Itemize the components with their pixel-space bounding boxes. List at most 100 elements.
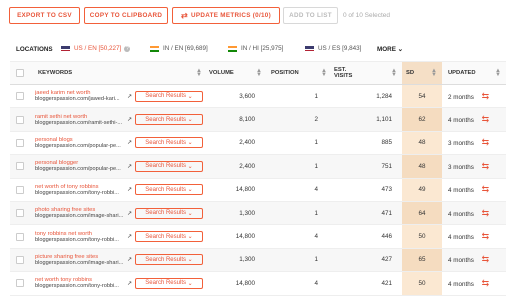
chevron-down-icon: ⌄ [185, 117, 193, 124]
table-row: tony robbins net worth bloggerspassion.c… [10, 224, 506, 249]
visits-header[interactable]: EST. VISITS ▲ ▼ [332, 61, 402, 85]
table-row: net worth of tony robbins bloggerspassio… [10, 178, 506, 202]
copy-clipboard-label: COPY TO CLIPBOARD [89, 12, 163, 19]
sort-icon: ▲ ▼ [391, 68, 397, 78]
refresh-icon[interactable]: ⇆ [482, 91, 490, 101]
external-link-icon[interactable]: ↗ [127, 186, 133, 193]
location-us-es[interactable]: US / ES [9,843] [305, 45, 361, 52]
location-us-en[interactable]: US / EN [50,227] ? [61, 45, 131, 52]
position-cell: 1 [267, 84, 332, 109]
external-link-icon[interactable]: ↗ [127, 210, 133, 217]
info-icon: ? [124, 45, 131, 52]
update-metrics-button[interactable]: ⇄ UPDATE METRICS (0/10) [172, 7, 280, 24]
refresh-icon[interactable]: ⇆ [482, 114, 490, 124]
external-link-icon[interactable]: ↗ [127, 233, 133, 240]
header-label: VOLUME [209, 70, 234, 76]
india-flag-icon [150, 45, 159, 52]
chevron-down-icon: ⌄ [185, 163, 193, 170]
position-header[interactable]: POSITION ▲ ▼ [267, 61, 332, 85]
refresh-icon[interactable]: ⇆ [482, 278, 490, 288]
more-locations-dropdown[interactable]: MORE ⌄ [377, 46, 403, 53]
volume-cell: 8,100 [207, 107, 267, 132]
search-results-dropdown[interactable]: Search Results ⌄ [135, 160, 203, 172]
volume-cell: 14,800 [207, 178, 267, 202]
update-metrics-label: UPDATE METRICS (0/10) [191, 12, 272, 19]
row-checkbox[interactable] [16, 92, 24, 101]
external-link-icon[interactable]: ↗ [127, 256, 133, 263]
keywords-table: KEYWORDS ▲ ▼ VOLUME ▲ ▼ POSITION ▲ ▼ EST. V… [10, 61, 506, 296]
chevron-down-icon: ⌄ [185, 187, 193, 194]
position-cell: 4 [267, 224, 332, 249]
updated-header[interactable]: UPDATED ▲ ▼ [442, 61, 506, 85]
refresh-icon[interactable]: ⇆ [482, 254, 490, 264]
row-checkbox[interactable] [16, 185, 24, 194]
row-checkbox[interactable] [16, 232, 24, 241]
export-csv-button[interactable]: EXPORT TO CSV [9, 7, 80, 24]
row-checkbox-cell [10, 84, 35, 109]
search-results-dropdown[interactable]: Search Results ⌄ [135, 231, 203, 243]
url-text: bloggerspassion.com/image-shari... [35, 213, 127, 219]
position-cell: 1 [267, 131, 332, 156]
chevron-down-icon: ⌄ [185, 234, 193, 241]
toolbar: EXPORT TO CSV COPY TO CLIPBOARD ⇄ UPDATE… [0, 0, 512, 34]
url-label: bloggerspassion.com/tony-robbi... [35, 283, 119, 290]
url-label: bloggerspassion.com/ramit-sethi-... [35, 119, 123, 126]
search-results-dropdown[interactable]: Search Results ⌄ [135, 90, 203, 102]
row-checkbox[interactable] [16, 279, 24, 288]
location-in-hi[interactable]: IN / HI [25,975] [228, 45, 283, 52]
location-in-en[interactable]: IN / EN [69,689] [150, 45, 208, 52]
search-results-dropdown[interactable]: Search Results ⌄ [135, 114, 203, 126]
url-label: bloggerspassion.com/jawed-kari... [35, 96, 120, 103]
keyword-cell: tony robbins net worth bloggerspassion.c… [35, 224, 207, 249]
search-results-dropdown[interactable]: Search Results ⌄ [135, 207, 203, 219]
updated-label: 4 months [448, 187, 474, 195]
search-results-dropdown[interactable]: Search Results ⌄ [135, 254, 203, 266]
copy-clipboard-button[interactable]: COPY TO CLIPBOARD [84, 7, 168, 24]
row-checkbox[interactable] [16, 162, 24, 171]
volume-cell: 14,800 [207, 271, 267, 296]
external-link-icon[interactable]: ↗ [127, 116, 133, 123]
refresh-icon[interactable]: ⇆ [482, 231, 490, 241]
sd-cell: 49 [402, 178, 442, 202]
search-results-dropdown[interactable]: Search Results ⌄ [135, 184, 203, 196]
url-label: bloggerspassion.com/popular-pe... [35, 166, 121, 173]
url-text: bloggerspassion.com/popular-pe... [35, 143, 127, 149]
refresh-icon[interactable]: ⇆ [482, 161, 490, 171]
sd-cell: 50 [402, 224, 442, 249]
table-row: personal blogs bloggerspassion.com/popul… [10, 131, 506, 156]
refresh-icon[interactable]: ⇆ [482, 208, 490, 218]
row-checkbox[interactable] [16, 138, 24, 147]
row-checkbox-cell [10, 224, 35, 249]
updated-label: 4 months [448, 257, 474, 265]
refresh-icon[interactable]: ⇆ [482, 137, 490, 147]
volume-header[interactable]: VOLUME ▲ ▼ [207, 61, 267, 85]
chevron-down-icon: ⌄ [185, 280, 193, 287]
keyword-cell: personal blogger bloggerspassion.com/pop… [35, 154, 207, 179]
search-results-label: Search Results [145, 139, 186, 146]
search-results-dropdown[interactable]: Search Results ⌄ [135, 277, 203, 289]
updated-cell: 4 months ⇆ [442, 224, 506, 249]
position-cell: 1 [267, 154, 332, 179]
refresh-icon[interactable]: ⇆ [482, 184, 490, 194]
sort-icon: ▲ ▼ [495, 68, 501, 78]
updated-label: 4 months [448, 117, 474, 125]
external-link-icon[interactable]: ↗ [127, 163, 133, 170]
row-checkbox[interactable] [16, 115, 24, 124]
keywords-header[interactable]: KEYWORDS ▲ ▼ [35, 61, 207, 85]
row-checkbox[interactable] [16, 209, 24, 218]
external-link-icon[interactable]: ↗ [127, 93, 133, 100]
row-checkbox[interactable] [16, 255, 24, 264]
external-link-icon[interactable]: ↗ [127, 280, 133, 287]
row-checkbox-cell [10, 248, 35, 273]
selected-count: 0 of 10 Selected [343, 12, 390, 19]
india-flag-icon [228, 45, 237, 52]
position-cell: 2 [267, 107, 332, 132]
add-to-list-label: ADD TO LIST [289, 12, 332, 19]
add-to-list-button[interactable]: ADD TO LIST [283, 7, 338, 24]
table-row: jaeed karim net worth bloggerspassion.co… [10, 84, 506, 109]
select-all-checkbox[interactable] [16, 69, 24, 77]
sd-header[interactable]: SD ▲ ▼ [402, 61, 442, 85]
search-results-dropdown[interactable]: Search Results ⌄ [135, 137, 203, 149]
chevron-down-icon: ⌄ [185, 93, 193, 100]
external-link-icon[interactable]: ↗ [127, 139, 133, 146]
